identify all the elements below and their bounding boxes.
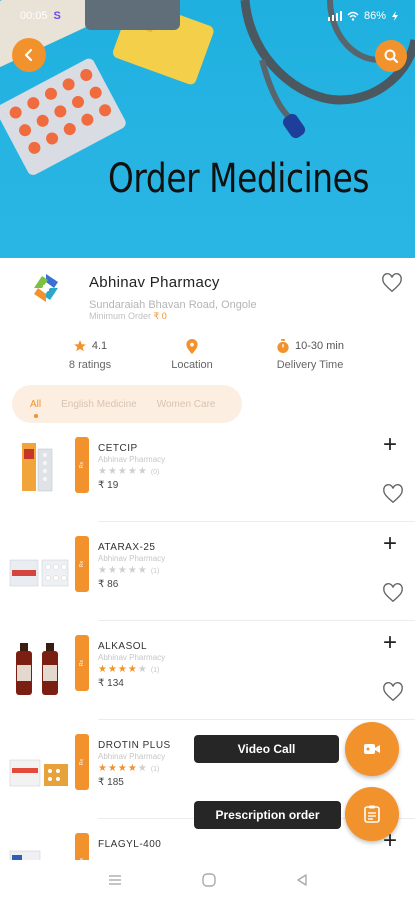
hero-illustration [0,0,415,175]
location-label: Location [171,359,213,371]
product-rating-stars: ★★★★★ (1) [98,763,160,774]
min-order-label: Minimum Order [89,311,152,321]
back-arrow-icon [24,48,33,62]
star-icon [74,340,86,352]
status-time: 00:05 [20,10,48,22]
product-rating-stars: ★★★★★ (1) [98,565,160,576]
divider [98,521,415,522]
video-camera-icon [364,744,380,754]
product-row[interactable]: Rx CETCIP Abhinav Pharmacy ★★★★★ (0) ₹ 19… [0,433,415,532]
favorite-pharmacy-heart-icon[interactable] [381,272,403,294]
product-rating-stars: ★★★★★ (1) [98,664,160,675]
product-image [9,759,68,787]
prescription-tag: Rx [75,734,89,790]
product-seller: Abhinav Pharmacy [98,455,166,464]
prescription-order-label[interactable]: Prescription order [194,801,341,829]
product-name: ATARAX-25 [98,542,156,553]
rating-stat: 4.1 8 ratings [50,338,130,371]
wifi-icon [347,11,359,21]
product-row[interactable]: Rx ATARAX-25 Abhinav Pharmacy ★★★★★ (1) ₹… [0,532,415,631]
pharmacy-info: Abhinav Pharmacy Sundaraiah Bhavan Road,… [0,258,415,380]
add-to-cart-plus-icon[interactable]: + [383,433,397,457]
signal-icon [327,11,342,21]
heart-icon[interactable] [382,681,404,703]
search-icon [384,49,399,64]
location-pin-icon [186,338,198,354]
product-name: FLAGYL-400 [98,839,162,850]
delivery-time-label: Delivery Time [276,359,344,371]
carrier-icon: S [53,10,61,22]
system-nav-bar [0,860,415,900]
battery-text: 86% [363,10,386,22]
product-image [16,643,58,695]
heart-icon[interactable] [382,582,404,604]
location-stat[interactable]: Location [152,338,232,371]
minimum-order: Minimum Order ₹ 0 [89,311,167,322]
tab-women-care[interactable]: Women Care [157,399,216,410]
stopwatch-icon [277,338,289,353]
video-call-button[interactable] [345,722,399,776]
back-triangle-icon[interactable] [296,873,308,887]
review-count: (1) [150,667,160,674]
app-screen: 00:05 S 86% Order Medicines Abhinav Phar… [0,0,415,900]
product-seller: Abhinav Pharmacy [98,752,166,761]
pharmacy-address: Sundaraiah Bhavan Road, Ongole [89,299,257,311]
prescription-order-button[interactable] [345,787,399,841]
prescription-tag: Rx [75,635,89,691]
product-seller: Abhinav Pharmacy [98,653,166,662]
video-call-label[interactable]: Video Call [194,735,339,763]
review-count: (1) [150,568,160,575]
hero-banner: 00:05 S 86% Order Medicines [0,0,415,258]
product-rating-stars: ★★★★★ (0) [98,466,160,477]
review-count: (1) [150,766,160,773]
product-price: ₹ 19 [98,480,119,491]
heart-icon[interactable] [382,483,404,505]
pharmacy-logo-icon [34,274,58,302]
back-button[interactable] [12,38,46,72]
delivery-time: 10-30 min [295,340,344,352]
product-seller: Abhinav Pharmacy [98,554,166,563]
product-price: ₹ 134 [98,678,124,689]
pharmacy-name: Abhinav Pharmacy [89,274,220,291]
product-image [9,559,69,587]
add-to-cart-plus-icon[interactable]: + [383,532,397,556]
divider [98,620,415,621]
product-row[interactable]: Rx ALKASOL Abhinav Pharmacy ★★★★★ (1) ₹ 1… [0,631,415,730]
prescription-tag: Rx [75,536,89,592]
menu-icon[interactable] [108,874,122,886]
product-price: ₹ 185 [98,777,124,788]
clipboard-icon [364,805,380,823]
home-circle-icon[interactable] [201,873,216,887]
product-image [22,443,53,492]
search-button[interactable] [375,40,407,72]
charging-icon [392,11,398,21]
product-price: ₹ 86 [98,579,119,590]
tab-english-medicine[interactable]: English Medicine [61,399,137,410]
status-bar: 00:05 S 86% [0,0,415,32]
rating-value: 4.1 [91,340,108,352]
product-name: DROTIN PLUS [98,740,171,751]
delivery-time-stat: 10-30 min Delivery Time [268,338,352,371]
rating-count: 8 ratings [68,359,112,371]
add-to-cart-plus-icon[interactable]: + [383,631,397,655]
divider [98,719,415,720]
category-tabs: All English Medicine Women Care [12,385,242,423]
tab-all[interactable]: All [30,399,41,410]
product-name: CETCIP [98,443,138,454]
review-count: (0) [150,469,160,476]
min-order-value: ₹ 0 [153,311,167,321]
prescription-tag: Rx [75,437,89,493]
product-name: ALKASOL [98,641,148,652]
page-title: Order Medicines [108,156,370,202]
